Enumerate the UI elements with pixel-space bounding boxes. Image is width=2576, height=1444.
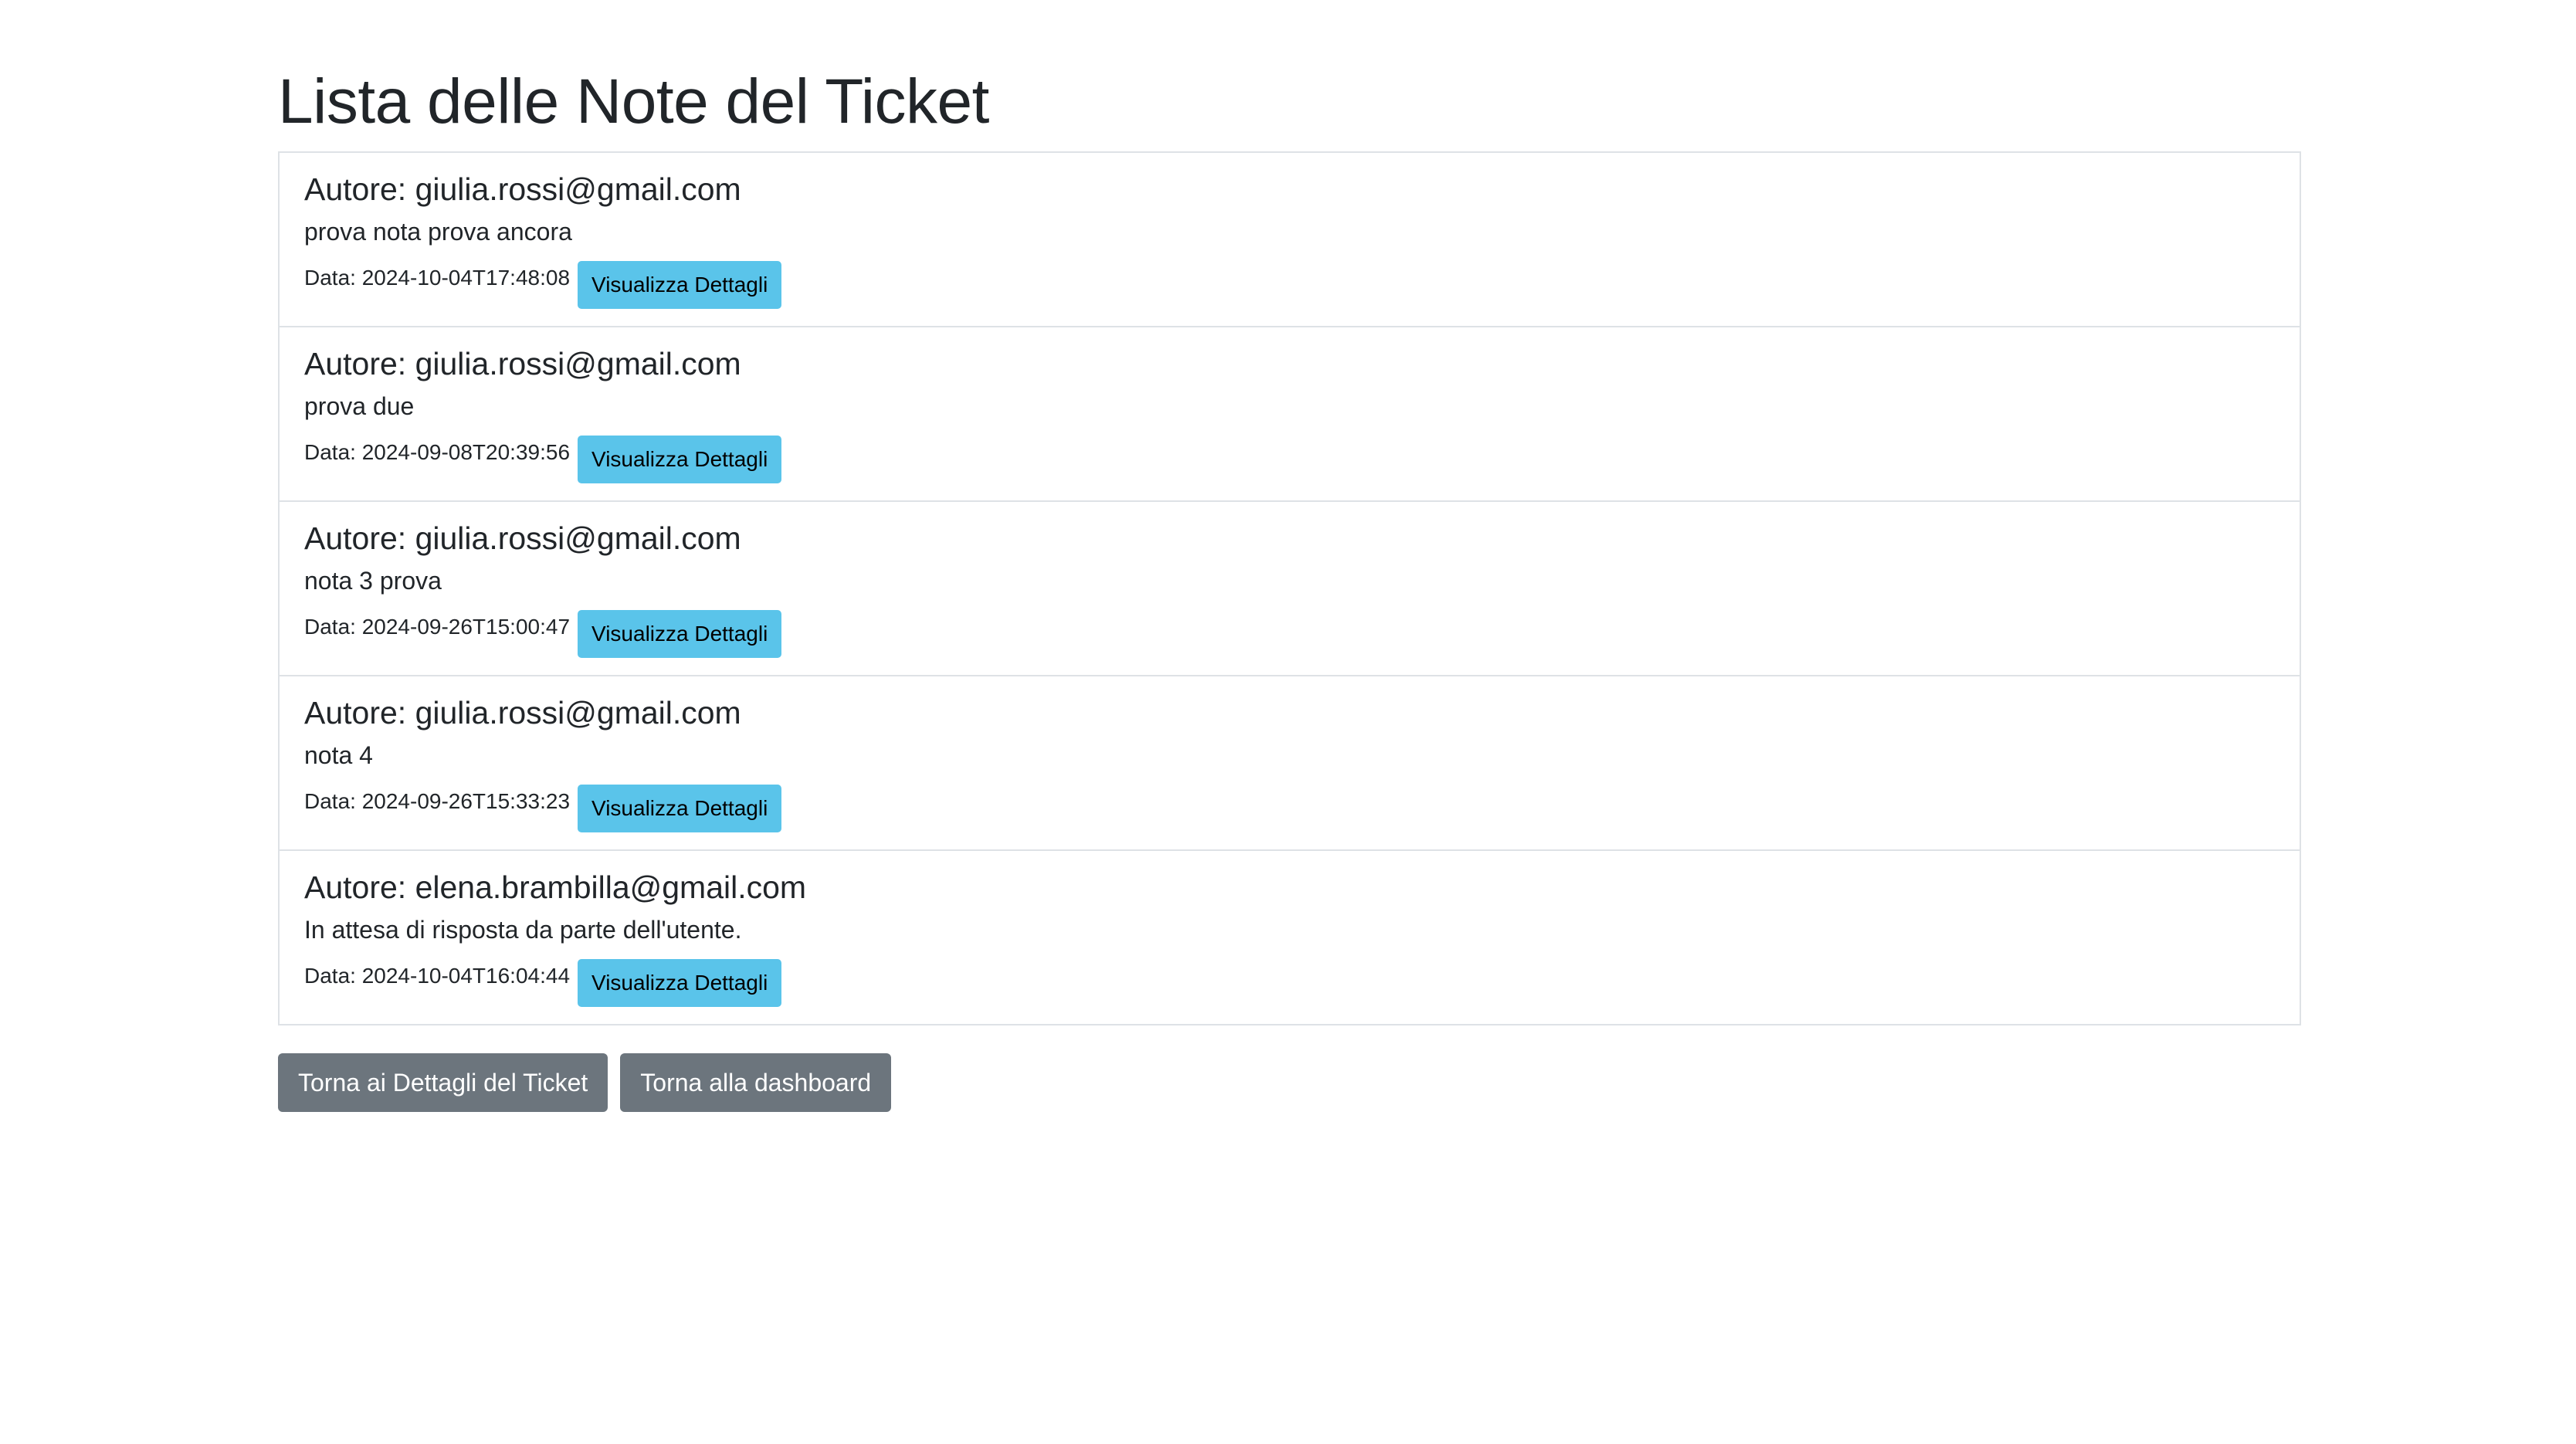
note-date: Data: 2024-09-26T15:33:23 xyxy=(304,789,571,813)
note-author: Autore: elena.brambilla@gmail.com xyxy=(304,869,807,905)
view-details-button[interactable]: Visualizza Dettagli xyxy=(578,959,782,1007)
note-author: Autore: giulia.rossi@gmail.com xyxy=(304,346,741,381)
list-item: Autore: giulia.rossi@gmail.com prova not… xyxy=(280,153,2300,327)
view-details-button[interactable]: Visualizza Dettagli xyxy=(578,610,782,658)
note-date: Data: 2024-10-04T17:48:08 xyxy=(304,266,571,290)
note-footer: Data: 2024-09-26T15:00:47 Visualizza Det… xyxy=(304,610,782,658)
note-author: Autore: giulia.rossi@gmail.com xyxy=(304,695,741,730)
list-item: Autore: elena.brambilla@gmail.com In att… xyxy=(280,851,2300,1024)
note-footer: Data: 2024-09-08T20:39:56 Visualizza Det… xyxy=(304,436,782,483)
note-footer: Data: 2024-10-04T17:48:08 Visualizza Det… xyxy=(304,261,782,309)
note-footer: Data: 2024-10-04T16:04:44 Visualizza Det… xyxy=(304,959,782,1007)
note-author: Autore: giulia.rossi@gmail.com xyxy=(304,171,741,207)
note-author: Autore: giulia.rossi@gmail.com xyxy=(304,520,741,556)
page-title: Lista delle Note del Ticket xyxy=(278,66,989,137)
note-text: nota 4 xyxy=(304,741,373,769)
note-text: In attesa di risposta da parte dell'uten… xyxy=(304,916,742,944)
note-footer: Data: 2024-09-26T15:33:23 Visualizza Det… xyxy=(304,785,782,832)
list-item: Autore: giulia.rossi@gmail.com prova due… xyxy=(280,327,2300,502)
note-text: prova due xyxy=(304,392,415,420)
note-date: Data: 2024-09-26T15:00:47 xyxy=(304,615,571,639)
view-details-button[interactable]: Visualizza Dettagli xyxy=(578,785,782,832)
action-buttons: Torna ai Dettagli del Ticket Torna alla … xyxy=(278,1053,892,1112)
view-details-button[interactable]: Visualizza Dettagli xyxy=(578,436,782,483)
view-details-button[interactable]: Visualizza Dettagli xyxy=(578,261,782,309)
list-item: Autore: giulia.rossi@gmail.com nota 3 pr… xyxy=(280,502,2300,676)
list-item: Autore: giulia.rossi@gmail.com nota 4 Da… xyxy=(280,676,2300,851)
back-to-ticket-button[interactable]: Torna ai Dettagli del Ticket xyxy=(278,1053,608,1112)
note-text: prova nota prova ancora xyxy=(304,218,572,246)
note-date: Data: 2024-09-08T20:39:56 xyxy=(304,440,571,464)
note-date: Data: 2024-10-04T16:04:44 xyxy=(304,964,571,988)
note-text: nota 3 prova xyxy=(304,567,442,595)
notes-list: Autore: giulia.rossi@gmail.com prova not… xyxy=(278,151,2301,1025)
back-to-dashboard-button[interactable]: Torna alla dashboard xyxy=(620,1053,892,1112)
